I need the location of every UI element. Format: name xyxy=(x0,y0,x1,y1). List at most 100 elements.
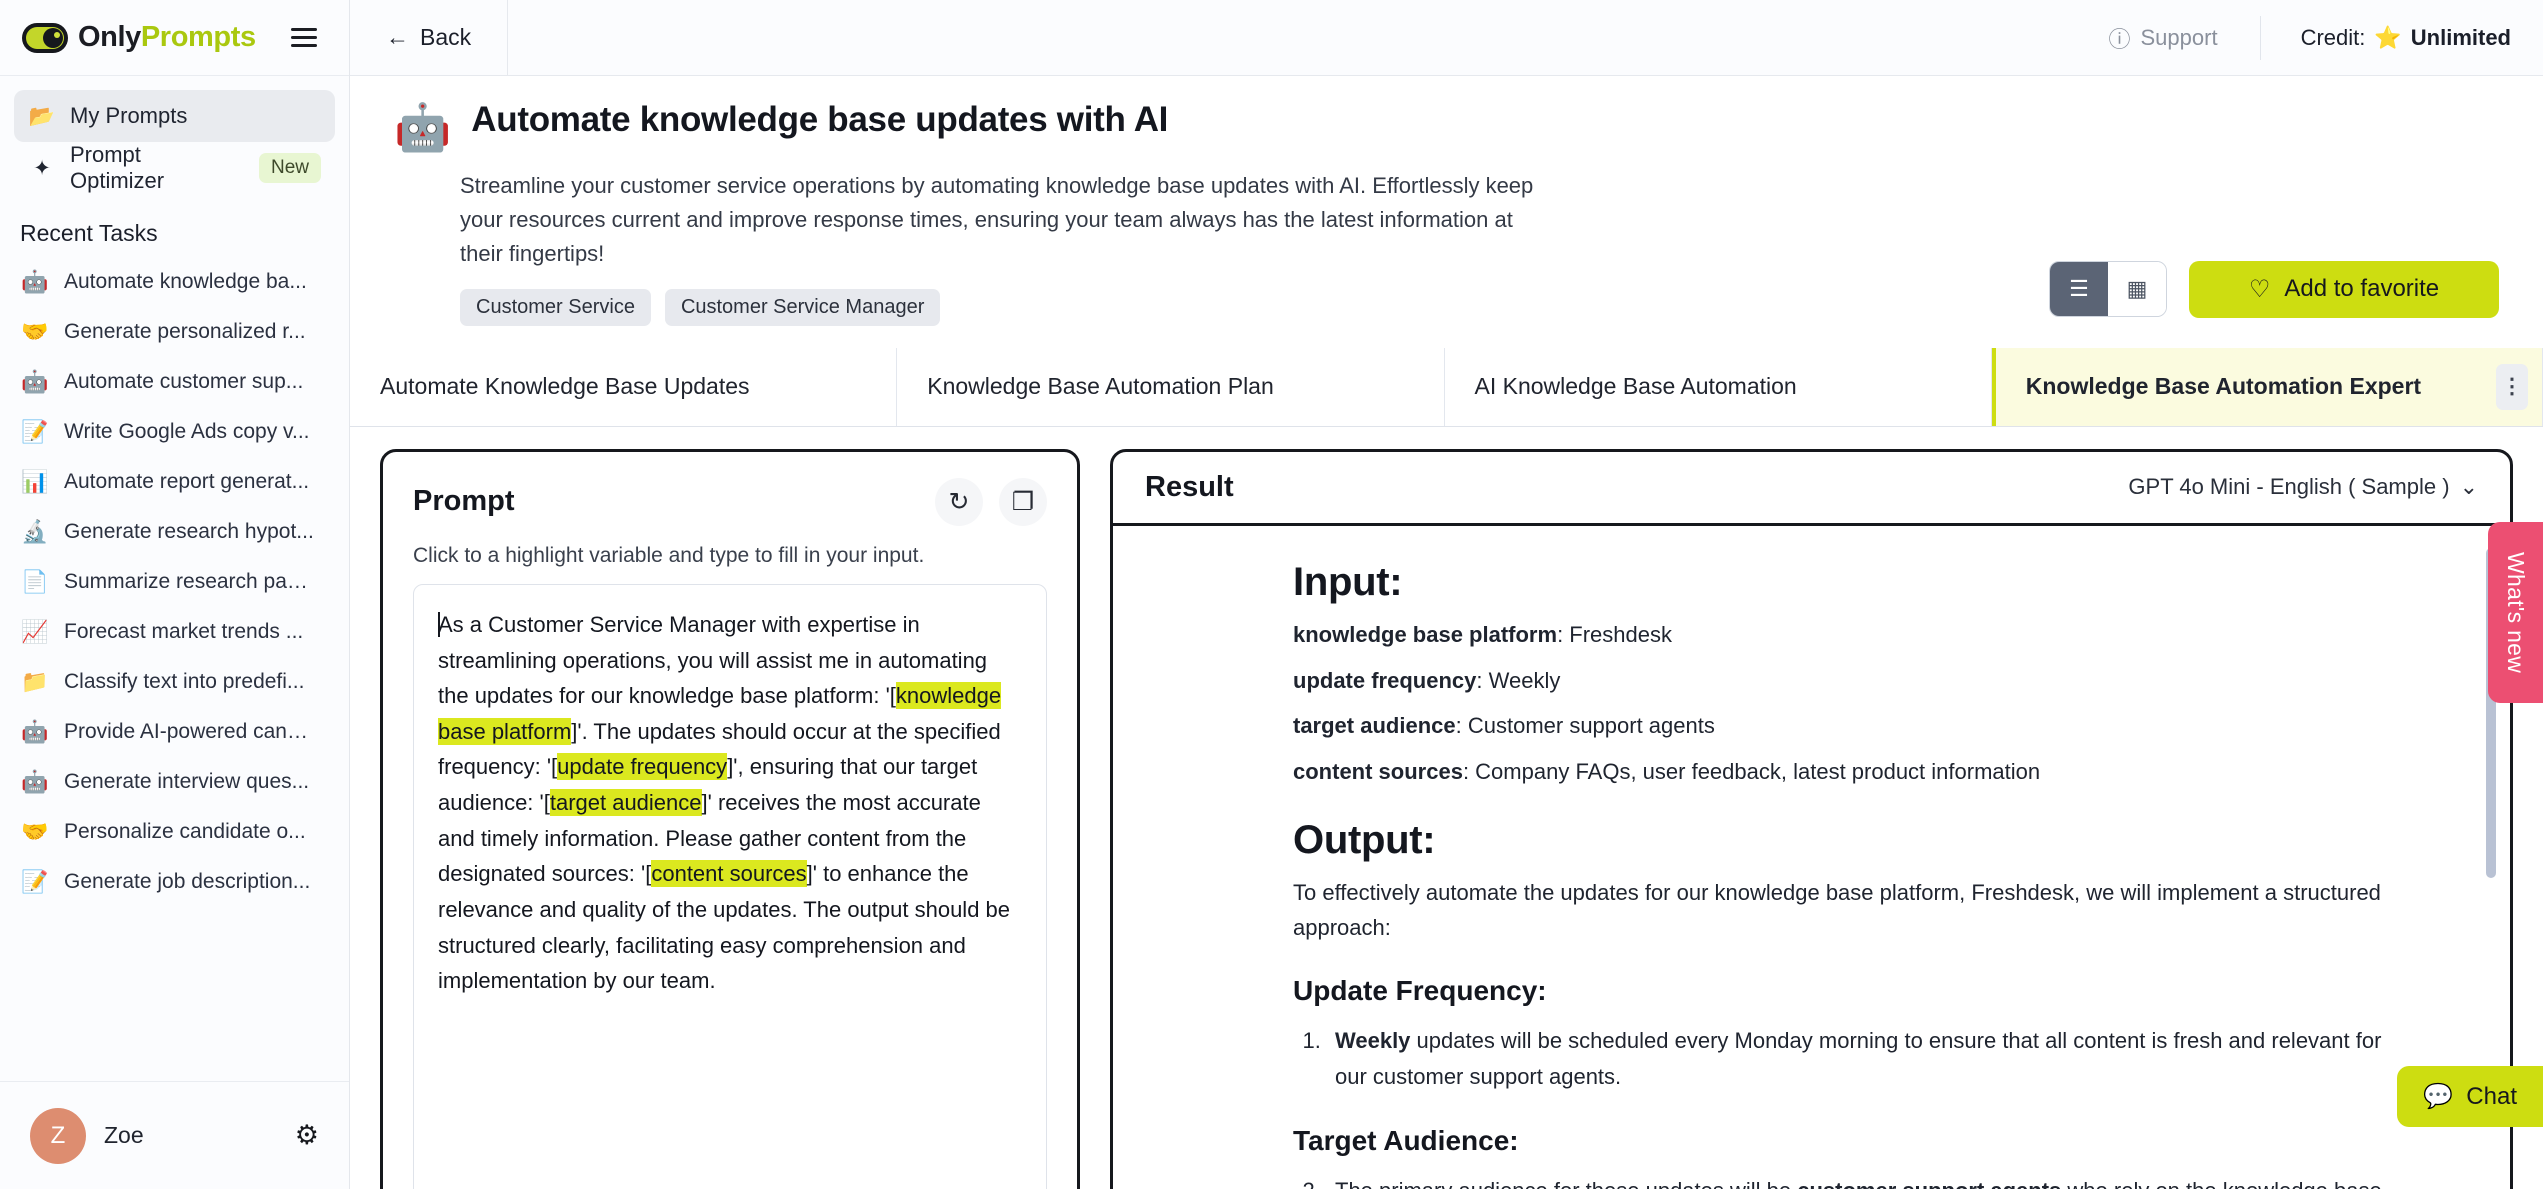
input-heading: Input: xyxy=(1293,559,1403,604)
input-row-value: Customer support agents xyxy=(1467,713,1715,739)
whats-new-tab[interactable]: What's new xyxy=(2488,522,2543,704)
tab-4[interactable]: Knowledge Base Automation Expert ⋮ xyxy=(1991,347,2543,426)
tag-item[interactable]: Customer Service xyxy=(460,288,651,326)
input-row: content sources: Company FAQs, user feed… xyxy=(1293,757,2390,788)
variable-update-frequency[interactable]: update frequency xyxy=(557,753,728,781)
tab-1[interactable]: Automate Knowledge Base Updates xyxy=(350,347,898,426)
recent-task-label: Classify text into predefi... xyxy=(64,670,305,693)
tab-label: Knowledge Base Automation Plan xyxy=(927,373,1274,400)
support-label: Support xyxy=(2140,24,2218,50)
input-row-value: Freshdesk xyxy=(1569,621,1673,647)
hero-section: 🤖 Automate knowledge base updates with A… xyxy=(350,76,2543,326)
robot-icon: 🤖 xyxy=(21,719,49,744)
folder-icon: 📁 xyxy=(21,669,49,694)
robot-icon: 🤖 xyxy=(21,769,49,794)
recent-task-item[interactable]: 📝 Generate job description... xyxy=(14,857,335,907)
input-row-key: target audience xyxy=(1293,713,1456,739)
recent-task-label: Generate job description... xyxy=(64,870,311,893)
question-circle-icon: ⓘ xyxy=(2108,26,2131,52)
avatar: Z xyxy=(30,1107,86,1164)
recent-task-item[interactable]: 📄 Summarize research pap... xyxy=(14,557,335,607)
hamburger-icon[interactable] xyxy=(285,22,323,53)
variable-content-sources[interactable]: content sources xyxy=(651,860,807,888)
brand-name-part2: Prompts xyxy=(140,21,256,53)
prompt-panel-header: Prompt ↻ ❐ xyxy=(413,477,1047,526)
back-button[interactable]: ← Back xyxy=(350,0,509,76)
speech-bubble-icon: 💬 xyxy=(2423,1083,2454,1110)
recent-task-label: Provide AI-powered cand... xyxy=(64,720,316,743)
sidebar-item-label: Prompt Optimizer xyxy=(70,142,165,193)
sidebar-scroll: 📂 My Prompts ✦ Prompt Optimizer New Rece… xyxy=(0,76,349,1081)
recent-task-item[interactable]: 🤖 Provide AI-powered cand... xyxy=(14,707,335,757)
handshake-icon: 🤝 xyxy=(21,319,49,344)
microscope-icon: 🔬 xyxy=(21,519,49,544)
heart-icon: ♡ xyxy=(2248,275,2271,303)
recent-task-label: Automate knowledge ba... xyxy=(64,270,307,293)
recent-task-item[interactable]: 📁 Classify text into predefi... xyxy=(14,657,335,707)
recent-task-item[interactable]: 🤖 Automate customer sup... xyxy=(14,357,335,407)
sidebar-header: OnlyPrompts xyxy=(0,0,349,76)
tab-label: Knowledge Base Automation Expert xyxy=(2025,373,2422,400)
recent-task-item[interactable]: 🤖 Generate interview ques... xyxy=(14,757,335,807)
list-view-icon[interactable]: ☰ xyxy=(2050,262,2108,317)
support-button[interactable]: ⓘ Support xyxy=(2066,15,2261,60)
refresh-icon[interactable]: ↻ xyxy=(935,477,983,526)
tab-2[interactable]: Knowledge Base Automation Plan xyxy=(897,347,1445,426)
document-icon: 📄 xyxy=(21,569,49,594)
tab-3[interactable]: AI Knowledge Base Automation xyxy=(1444,347,1992,426)
new-badge: New xyxy=(258,153,321,183)
panes: Prompt ↻ ❐ Click to a highlight variable… xyxy=(350,427,2543,1189)
tab-bar: Automate Knowledge Base Updates Knowledge… xyxy=(350,347,2543,427)
robot-icon: 🤖 xyxy=(21,269,49,294)
brand-name: OnlyPrompts xyxy=(78,21,256,54)
robot-icon: 🤖 xyxy=(394,101,452,153)
input-row-key: update frequency xyxy=(1293,667,1477,693)
input-row-key: content sources xyxy=(1293,759,1463,785)
recent-task-label: Automate report generat... xyxy=(64,470,310,493)
recent-task-item[interactable]: 🤝 Personalize candidate o... xyxy=(14,807,335,857)
credit-label: Credit: xyxy=(2300,24,2366,50)
grid-view-icon[interactable]: ▦ xyxy=(2108,262,2166,317)
result-title: Result xyxy=(1145,470,1234,503)
credit-display: Credit: ⭐ Unlimited xyxy=(2261,25,2543,51)
sidebar-item-my-prompts[interactable]: 📂 My Prompts xyxy=(14,90,335,142)
recent-tasks-list: 🤖 Automate knowledge ba... 🤝 Generate perso… xyxy=(14,257,335,907)
list-item: Weekly updates will be scheduled every M… xyxy=(1327,1023,2390,1094)
list-item: The primary audience for these updates w… xyxy=(1327,1173,2390,1189)
brand-logo[interactable]: OnlyPrompts xyxy=(22,21,256,54)
recent-task-item[interactable]: 🤖 Automate knowledge ba... xyxy=(14,257,335,307)
recent-task-item[interactable]: 📈 Forecast market trends ... xyxy=(14,607,335,657)
chat-button[interactable]: 💬 Chat xyxy=(2397,1066,2543,1127)
recent-task-item[interactable]: 🔬 Generate research hypot... xyxy=(14,507,335,557)
recent-task-item[interactable]: 📝 Write Google Ads copy v... xyxy=(14,407,335,457)
tab-overflow-menu-icon[interactable]: ⋮ xyxy=(2496,363,2528,410)
robot-icon: 🤖 xyxy=(21,369,49,394)
user-name: Zoe xyxy=(104,1122,144,1148)
recent-task-item[interactable]: 📊 Automate report generat... xyxy=(14,457,335,507)
output-list-2: The primary audience for these updates w… xyxy=(1327,1173,2390,1189)
sidebar-item-prompt-optimizer[interactable]: ✦ Prompt Optimizer New xyxy=(14,142,335,194)
variable-target-audience[interactable]: target audience xyxy=(549,789,702,816)
copy-icon[interactable]: ❐ xyxy=(999,477,1047,526)
hero-actions: ☰ ▦ ♡ Add to favorite xyxy=(2049,260,2499,318)
recent-task-label: Summarize research pap... xyxy=(64,570,316,593)
credit-value: Unlimited xyxy=(2410,24,2511,50)
recent-task-label: Write Google Ads copy v... xyxy=(64,420,310,443)
memo-icon: 📝 xyxy=(21,869,49,894)
input-row-value: Company FAQs, user feedback, latest prod… xyxy=(1475,759,2041,785)
back-label: Back xyxy=(420,24,472,50)
list-item-rest: updates will be scheduled every Monday m… xyxy=(1335,1028,2382,1090)
add-to-favorite-button[interactable]: ♡ Add to favorite xyxy=(2189,260,2499,318)
section-heading-target-audience: Target Audience: xyxy=(1293,1124,1519,1156)
result-model-selector[interactable]: GPT 4o Mini - English ( Sample ) ⌄ xyxy=(2128,474,2478,500)
topbar: ← Back ⓘ Support Credit: ⭐ Unlimited xyxy=(350,0,2543,76)
prompt-input[interactable]: As a Customer Service Manager with exper… xyxy=(413,583,1047,1189)
gear-icon[interactable]: ⚙ xyxy=(295,1120,319,1151)
user-profile[interactable]: Z Zoe xyxy=(30,1107,144,1164)
chat-label: Chat xyxy=(2466,1082,2517,1110)
output-list-1: Weekly updates will be scheduled every M… xyxy=(1327,1023,2390,1094)
list-item-pre: The primary audience for these updates w… xyxy=(1335,1178,1797,1189)
recent-task-item[interactable]: 🤝 Generate personalized r... xyxy=(14,307,335,357)
tag-item[interactable]: Customer Service Manager xyxy=(664,288,941,326)
output-heading: Output: xyxy=(1293,818,1436,863)
